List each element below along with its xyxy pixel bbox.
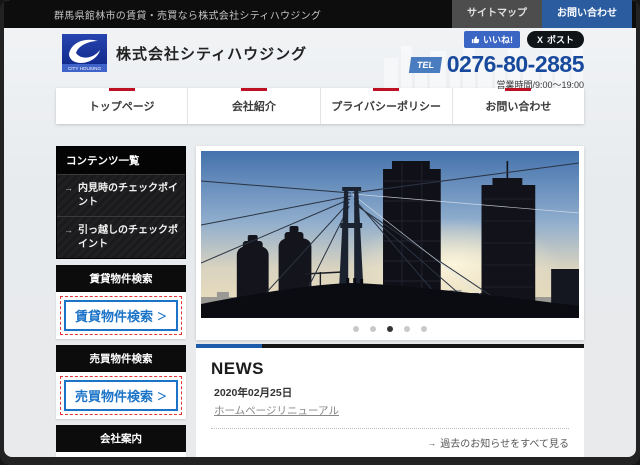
nav-item-privacy[interactable]: プライバシーポリシー (319, 88, 452, 124)
top-utility-bar: 群馬県館林市の賃貸・売買なら株式会社シティハウジング サイトマップ お問い合わせ (4, 0, 636, 28)
global-navigation: トップページ 会社紹介 プライバシーポリシー お問い合わせ (56, 88, 584, 124)
thumbs-up-icon (471, 36, 480, 44)
contents-list-box: コンテンツ一覧 → 内見時のチェックポイント → 引っ越しのチェックポイント (56, 146, 186, 259)
content-area: コンテンツ一覧 → 内見時のチェックポイント → 引っ越しのチェックポイント 賃… (56, 146, 584, 457)
carousel-dot[interactable] (370, 326, 376, 332)
sale-search-button[interactable]: 売買物件検索 ＞ (64, 380, 178, 411)
arrow-icon: → (64, 225, 73, 235)
company-guide-section: 会社案内 (56, 425, 186, 457)
sidebar-item-moving-checkpoints[interactable]: → 引っ越しのチェックポイント (57, 216, 185, 258)
sale-search-button-label: 売買物件検索 (74, 389, 153, 404)
facebook-like-button[interactable]: いいね! (463, 31, 520, 48)
like-label: いいね! (482, 35, 513, 45)
tel-badge: TEL (408, 56, 442, 73)
view-all-news-link[interactable]: → 過去のお知らせをすべて見る (211, 435, 569, 451)
nav-label: トップページ (88, 101, 155, 113)
nav-item-company[interactable]: 会社紹介 (187, 88, 319, 124)
sale-search-highlight: 売買物件検索 ＞ (60, 376, 182, 415)
news-link[interactable]: ホームページリニューアル (214, 403, 339, 418)
news-item: 2020年02月25日 ホームページリニューアル (211, 385, 569, 419)
nav-label: 会社紹介 (231, 101, 276, 113)
header-contact-area: いいね! X ポスト TEL 0276-80-2885 営業時間/9:00～19… (408, 31, 585, 91)
carousel-dot[interactable] (404, 326, 410, 332)
chevron-right-icon: ＞ (157, 392, 167, 403)
hero-carousel (196, 146, 584, 340)
main-column: NEWS 2020年02月25日 ホームページリニューアル → 過去のお知らせを… (196, 146, 584, 457)
nav-accent-mark (373, 88, 400, 91)
x-post-button[interactable]: X ポスト (526, 31, 584, 48)
rental-search-button-label: 賃貸物件検索 (74, 309, 153, 324)
view-all-label: 過去のお知らせをすべて見る (440, 439, 569, 450)
nav-accent-mark (108, 88, 135, 91)
post-label: ポスト (546, 35, 574, 45)
sidebar-item-viewing-checkpoints[interactable]: → 内見時のチェックポイント (57, 174, 185, 216)
social-buttons: いいね! X ポスト (410, 31, 584, 48)
sidebar-item-label: 内見時のチェックポイント (78, 183, 178, 208)
arrow-icon: → (427, 437, 437, 448)
news-title: NEWS (211, 359, 264, 378)
phone-number: 0276-80-2885 (446, 51, 585, 77)
sitemap-button[interactable]: サイトマップ (452, 0, 542, 28)
logo-home-link[interactable]: CITY HOUSING 株式会社シティハウジング (62, 34, 307, 72)
rental-search-title: 賃貸物件検索 (56, 265, 186, 292)
sale-search-title: 売買物件検索 (56, 345, 186, 372)
nav-item-top[interactable]: トップページ (56, 88, 187, 124)
site-header: CITY HOUSING 株式会社シティハウジング いいね! X ポスト TEL… (4, 28, 636, 91)
sidebar: コンテンツ一覧 → 内見時のチェックポイント → 引っ越しのチェックポイント 賃… (56, 146, 186, 457)
sale-search-section: 売買物件検索 売買物件検索 ＞ (56, 345, 186, 419)
carousel-dot[interactable] (421, 326, 427, 332)
nav-label: プライバシーポリシー (331, 101, 442, 113)
company-name: 株式会社シティハウジング (116, 45, 308, 63)
chevron-right-icon: ＞ (157, 312, 167, 323)
telephone-row: TEL 0276-80-2885 (408, 51, 585, 77)
carousel-dot[interactable] (387, 326, 393, 332)
news-date: 2020年02月25日 (214, 387, 293, 399)
contents-list-title: コンテンツ一覧 (57, 147, 185, 174)
nav-accent-mark (240, 88, 267, 91)
company-guide-title: 会社案内 (56, 425, 186, 452)
site-tagline: 群馬県館林市の賃貸・売買なら株式会社シティハウジング (54, 10, 322, 22)
browser-screenshot-frame: 群馬県館林市の賃貸・売買なら株式会社シティハウジング サイトマップ お問い合わせ (0, 0, 640, 465)
nav-label: お問い合わせ (485, 101, 552, 113)
news-section: NEWS 2020年02月25日 ホームページリニューアル → 過去のお知らせを… (196, 348, 584, 457)
rental-search-button[interactable]: 賃貸物件検索 ＞ (64, 300, 178, 331)
topbar-buttons: サイトマップ お問い合わせ (452, 0, 632, 28)
arrow-icon: → (64, 183, 73, 193)
nav-item-contact[interactable]: お問い合わせ (451, 88, 584, 124)
hero-slide-image (201, 151, 579, 318)
nav-accent-mark (505, 88, 532, 91)
x-logo-icon: X (536, 34, 543, 45)
contact-button-top[interactable]: お問い合わせ (542, 0, 632, 28)
svg-text:CITY HOUSING: CITY HOUSING (68, 66, 102, 71)
rental-search-highlight: 賃貸物件検索 ＞ (60, 296, 182, 335)
sidebar-item-label: 引っ越しのチェックポイント (78, 225, 178, 250)
company-logo-icon: CITY HOUSING (62, 34, 107, 72)
rental-search-section: 賃貸物件検索 賃貸物件検索 ＞ (56, 265, 186, 339)
webpage: 群馬県館林市の賃貸・売買なら株式会社シティハウジング サイトマップ お問い合わせ (4, 0, 636, 457)
carousel-dots (201, 318, 579, 340)
carousel-dot[interactable] (353, 326, 359, 332)
dotted-divider (211, 428, 569, 429)
